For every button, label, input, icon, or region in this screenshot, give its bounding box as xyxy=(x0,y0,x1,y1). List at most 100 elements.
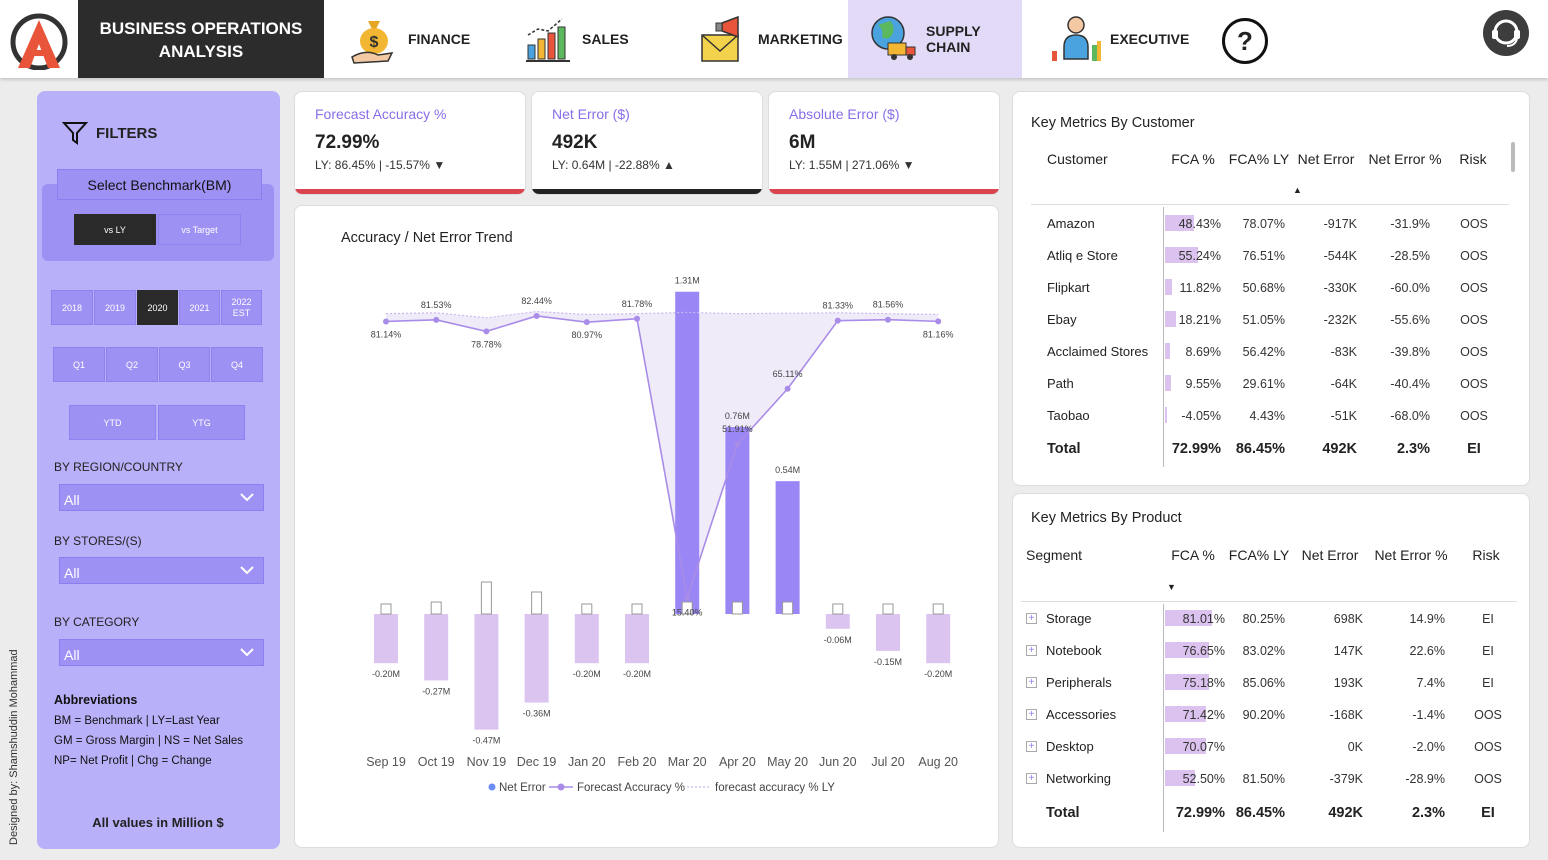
tab-sales[interactable]: SALES xyxy=(498,0,674,78)
ly-marker xyxy=(782,601,794,615)
net-error-bar xyxy=(876,614,900,651)
x-axis-tick-label: Aug 20 xyxy=(918,755,958,769)
kpi-sub: LY: 0.64M | -22.88% ▲ xyxy=(552,158,675,172)
tab-marketing-label: MARKETING xyxy=(758,31,843,47)
column-header[interactable]: Segment xyxy=(1026,546,1126,565)
table-total-cell: 72.99% xyxy=(1171,441,1221,457)
table-cell: -330K xyxy=(1323,281,1357,295)
benchmark-vs-ly-button[interactable]: vs LY xyxy=(74,214,156,245)
help-button[interactable]: ? xyxy=(1222,18,1268,64)
forecast-accuracy-point xyxy=(935,318,942,325)
down-arrow-icon: ▼ xyxy=(433,158,446,172)
up-arrow-icon: ▲ xyxy=(662,158,675,172)
forecast-accuracy-point xyxy=(784,385,791,392)
forecast-accuracy-point xyxy=(834,317,841,324)
kpi-status-bar xyxy=(532,189,762,194)
net-error-data-label: -0.06M xyxy=(824,635,852,645)
x-axis-tick-label: Feb 20 xyxy=(618,755,657,769)
forecast-accuracy-point xyxy=(734,441,741,448)
column-header[interactable]: FCA% LY xyxy=(1228,546,1290,565)
ly-marker xyxy=(932,603,944,615)
header-divider xyxy=(1031,204,1509,205)
tab-finance-label: FINANCE xyxy=(408,31,471,47)
expand-row-icon[interactable]: + xyxy=(1026,773,1037,784)
title-line-2: ANALYSIS xyxy=(158,42,244,61)
table-cell: OOS xyxy=(1460,409,1488,423)
support-button[interactable] xyxy=(1483,10,1529,56)
year-2018-button[interactable]: 2018 xyxy=(51,290,93,325)
column-header[interactable]: Customer xyxy=(1047,150,1147,169)
ly-marker xyxy=(430,601,442,615)
stores-dropdown[interactable]: All xyxy=(59,557,264,584)
net-error-data-label: -0.36M xyxy=(523,709,551,719)
column-header[interactable]: FCA % xyxy=(1165,546,1221,565)
net-error-bar xyxy=(825,614,850,629)
tab-executive[interactable]: EXECUTIVE xyxy=(1022,0,1198,78)
quarter-q3-button[interactable]: Q3 xyxy=(159,347,210,382)
table-cell: 8.69% xyxy=(1185,345,1221,359)
table-cell: 80.25% xyxy=(1242,612,1285,626)
expand-row-icon[interactable]: + xyxy=(1026,677,1037,688)
quarter-q4-button[interactable]: Q4 xyxy=(211,347,263,382)
table-cell: 81.01% xyxy=(1182,612,1225,626)
net-error-data-label: 1.31M xyxy=(675,276,700,286)
sort-ascending-icon[interactable]: ▼ xyxy=(1167,582,1176,592)
column-header[interactable]: Risk xyxy=(1453,150,1493,169)
category-dropdown[interactable]: All xyxy=(59,639,264,666)
ytd-button[interactable]: YTD xyxy=(69,405,156,440)
column-header[interactable]: Net Error xyxy=(1293,546,1367,565)
year-2022-est-button[interactable]: 2022 EST xyxy=(221,290,262,325)
tab-supply-chain[interactable]: SUPPLY CHAIN xyxy=(848,0,1022,78)
column-header[interactable]: FCA% LY xyxy=(1228,150,1290,169)
bar-chart-icon xyxy=(526,18,570,62)
quarter-q2-button[interactable]: Q2 xyxy=(106,347,158,382)
x-axis-tick-label: Sep 19 xyxy=(366,755,406,769)
ytg-button[interactable]: YTG xyxy=(158,405,245,440)
x-axis-tick-label: Apr 20 xyxy=(719,755,756,769)
category-dropdown-value: All xyxy=(64,647,80,663)
expand-row-icon[interactable]: + xyxy=(1026,741,1037,752)
year-2020-button[interactable]: 2020 xyxy=(137,290,178,325)
table-cell: 50.68% xyxy=(1242,281,1285,295)
net-error-data-label: -0.47M xyxy=(472,736,500,746)
table-cell: -28.9% xyxy=(1405,772,1445,786)
forecast-accuracy-point xyxy=(583,319,590,326)
table-total-cell: 86.45% xyxy=(1235,441,1285,457)
expand-row-icon[interactable]: + xyxy=(1026,709,1037,720)
table-total-cell: Total xyxy=(1046,805,1080,821)
year-2019-button[interactable]: 2019 xyxy=(94,290,136,325)
table-cell: 75.18% xyxy=(1182,676,1225,690)
table-cell: EI xyxy=(1482,644,1494,658)
quarter-q1-button[interactable]: Q1 xyxy=(53,347,105,382)
abbreviation-line: GM = Gross Margin | NS = Net Sales xyxy=(54,735,243,747)
table-cell: -1.4% xyxy=(1412,708,1445,722)
table-cell: 76.65% xyxy=(1182,644,1225,658)
ly-marker xyxy=(480,581,492,615)
region-dropdown[interactable]: All xyxy=(59,484,264,511)
table-cell: 85.06% xyxy=(1242,676,1285,690)
tab-finance[interactable]: $ FINANCE xyxy=(324,0,498,78)
x-axis-tick-label: Dec 19 xyxy=(517,755,557,769)
table-cell: -51K xyxy=(1330,409,1357,423)
year-2021-button[interactable]: 2021 xyxy=(179,290,220,325)
benchmark-vs-target-button[interactable]: vs Target xyxy=(158,214,241,245)
chevron-down-icon xyxy=(240,648,254,657)
kpi-sub: LY: 1.55M | 271.06% ▼ xyxy=(789,158,915,172)
expand-row-icon[interactable]: + xyxy=(1026,613,1037,624)
stores-filter-label: BY STORES/(S) xyxy=(54,534,142,548)
column-header[interactable]: Net Error % xyxy=(1369,546,1453,565)
column-header[interactable]: FCA % xyxy=(1168,150,1218,169)
sort-descending-icon[interactable]: ▲ xyxy=(1293,185,1302,195)
table-cell: 14.9% xyxy=(1409,612,1445,626)
expand-row-icon[interactable]: + xyxy=(1026,645,1037,656)
kpi-value: 6M xyxy=(789,132,816,153)
net-error-bar xyxy=(725,427,750,614)
column-header[interactable]: Net Error xyxy=(1291,150,1361,169)
table-scrollbar[interactable] xyxy=(1511,142,1515,172)
column-header[interactable]: Risk xyxy=(1463,546,1509,565)
table-total-cell: 72.99% xyxy=(1175,805,1225,821)
ly-marker xyxy=(832,603,844,615)
tab-marketing[interactable]: MARKETING xyxy=(674,0,848,78)
column-header[interactable]: Net Error % xyxy=(1365,150,1445,169)
kpi-value: 72.99% xyxy=(315,132,380,153)
